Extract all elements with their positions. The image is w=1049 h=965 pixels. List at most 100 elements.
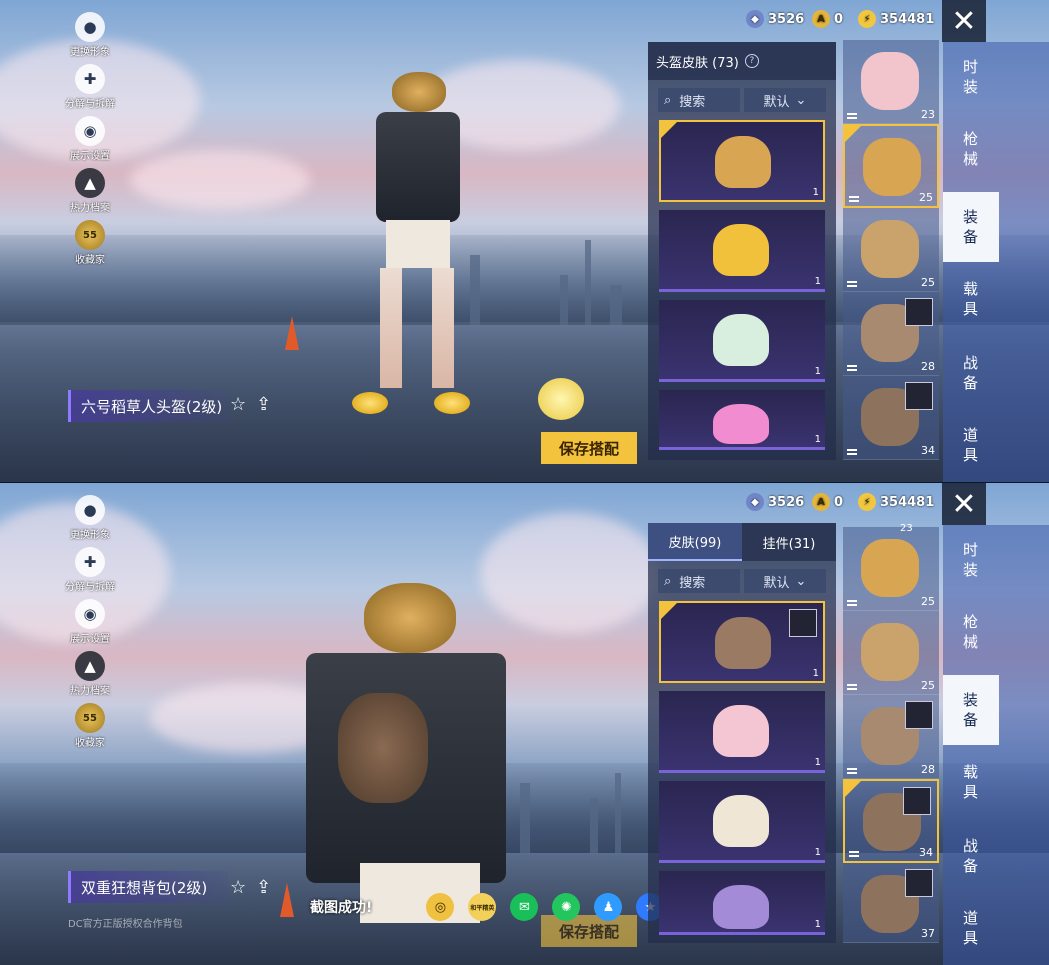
wechat-icon[interactable]: ✉ <box>510 893 539 921</box>
menu-label: 收藏家 <box>75 738 105 749</box>
slot-count: 34 <box>919 846 933 859</box>
slot[interactable]: 25 <box>843 124 939 208</box>
display-settings-button[interactable]: ◉ 展示设置 <box>58 599 122 651</box>
collector-button[interactable]: 55 收藏家 <box>58 703 122 755</box>
favorite-star-icon[interactable]: ☆ <box>230 394 246 415</box>
tab-label: 枪械 <box>963 613 979 651</box>
heat-profile-button[interactable]: ▲ 热力档案 <box>58 651 122 703</box>
slot[interactable]: 34 <box>843 779 939 863</box>
tab-fashion[interactable]: 时装 <box>943 525 999 595</box>
item-card[interactable]: 1 <box>659 120 825 202</box>
bp-coin-icon: ⚡ <box>858 493 876 511</box>
display-settings-button[interactable]: ◉ 展示设置 <box>58 116 122 168</box>
tab-equipment[interactable]: 装备 <box>943 675 999 745</box>
item-count: 1 <box>812 668 819 679</box>
tab-skins[interactable]: 皮肤(99) <box>648 523 742 561</box>
search-button[interactable]: ⌕ 搜索 <box>658 88 740 112</box>
game-logo-icon[interactable]: 和平精英 <box>468 893 497 921</box>
decompose-button[interactable]: ✚ 分解与拆解 <box>58 64 122 116</box>
collector-button[interactable]: 55 收藏家 <box>58 220 122 272</box>
slot[interactable]: 25 <box>843 208 939 292</box>
menu-label: 分解与拆解 <box>65 582 115 593</box>
item-card[interactable]: 1 <box>659 871 825 935</box>
qq-icon[interactable]: ♟ <box>594 893 623 921</box>
slot-count: 23 <box>921 108 935 121</box>
selected-check-icon <box>845 126 861 142</box>
item-count: 1 <box>814 276 821 287</box>
tab-weapons[interactable]: 枪械 <box>943 597 999 667</box>
menu-label: 热力档案 <box>70 203 110 214</box>
bp-value: 354481 <box>880 11 935 27</box>
tab-pendants[interactable]: 挂件(31) <box>742 523 836 561</box>
slot[interactable]: 25 <box>843 611 939 695</box>
cloud <box>480 513 660 633</box>
bp-coin-icon: ⚡ <box>858 10 876 28</box>
slot[interactable]: 23 <box>843 40 939 124</box>
item-count: 1 <box>814 434 821 445</box>
item-card[interactable]: 1 <box>659 691 825 773</box>
item-card[interactable]: 1 <box>659 390 825 450</box>
moments-icon[interactable]: ✺ <box>552 893 581 921</box>
collector-badge-icon: 55 <box>75 703 105 733</box>
help-icon[interactable]: ? <box>744 54 759 68</box>
menu-lines-icon <box>847 113 857 119</box>
item-name: 六号稻草人头盔(2级) <box>81 397 223 416</box>
slot-count-partial: 23 <box>900 523 913 534</box>
ag-value: 0 <box>834 494 844 510</box>
items-panel: 头盔皮肤 (73) ? ⌕ 搜索 默认 ⌄ 1 1 1 1 <box>648 42 836 460</box>
slot[interactable]: 37 <box>843 863 939 943</box>
tab-props[interactable]: 道具 <box>943 410 999 480</box>
tab-weapons[interactable]: 枪械 <box>943 114 999 184</box>
heat-profile-button[interactable]: ▲ 热力档案 <box>58 168 122 220</box>
sort-dropdown[interactable]: 默认 ⌄ <box>744 88 826 112</box>
shorts <box>386 220 450 268</box>
share-icon[interactable]: ⇪ <box>256 877 271 898</box>
pendant-badge-icon <box>905 869 933 897</box>
share-icon[interactable]: ⇪ <box>256 394 271 415</box>
close-button[interactable]: ✕ <box>942 0 986 42</box>
item-count: 1 <box>814 919 821 930</box>
tab-vehicles[interactable]: 载具 <box>943 264 999 334</box>
slot-art <box>863 138 921 196</box>
slot[interactable]: 28 <box>843 695 939 779</box>
slot[interactable]: 25 <box>843 527 939 611</box>
screenshot-success-text: 截图成功! <box>310 900 373 916</box>
tab-fashion[interactable]: 时装 <box>943 42 999 112</box>
tab-equipment[interactable]: 装备 <box>943 192 999 262</box>
change-appearance-button[interactable]: ● 更换形象 <box>58 12 122 64</box>
backpack-plush <box>338 693 428 803</box>
tab-gear[interactable]: 战备 <box>943 338 999 408</box>
favorite-star-icon[interactable]: ☆ <box>230 877 246 898</box>
ag-coin-icon: A <box>812 493 830 511</box>
equipped-slots: 25 25 28 34 37 <box>843 527 943 943</box>
item-card[interactable]: 1 <box>659 210 825 292</box>
slot[interactable]: 28 <box>843 292 939 376</box>
sort-dropdown[interactable]: 默认 ⌄ <box>744 569 826 593</box>
helmet-art <box>715 136 771 188</box>
tab-label: 装备 <box>963 208 979 246</box>
uc-value: 3526 <box>768 11 805 27</box>
item-card[interactable]: 1 <box>659 300 825 382</box>
slot[interactable]: 34 <box>843 376 939 460</box>
decompose-button[interactable]: ✚ 分解与拆解 <box>58 547 122 599</box>
avatar-icon: ● <box>75 495 105 525</box>
slot-count: 28 <box>921 763 935 776</box>
tab-props[interactable]: 道具 <box>943 893 999 963</box>
save-outfit-button[interactable]: 保存搭配 <box>541 432 637 464</box>
search-label: 搜索 <box>679 94 706 110</box>
camera-share-icon[interactable]: ◎ <box>426 893 455 921</box>
item-card[interactable]: 1 <box>659 781 825 863</box>
search-button[interactable]: ⌕ 搜索 <box>658 569 740 593</box>
change-appearance-button[interactable]: ● 更换形象 <box>58 495 122 547</box>
screenshot-share-bar: 截图成功! ◎ 和平精英 ✉ ✺ ♟ ★ ✕ <box>310 887 697 927</box>
slot-art <box>861 623 919 681</box>
close-button[interactable]: ✕ <box>942 483 986 525</box>
item-card[interactable]: 1 <box>659 601 825 683</box>
tab-gear[interactable]: 战备 <box>943 821 999 891</box>
tab-vehicles[interactable]: 载具 <box>943 747 999 817</box>
uc-coin-icon: ◆ <box>746 493 764 511</box>
chevron-down-icon: ⌄ <box>795 92 807 108</box>
slot-count: 28 <box>921 360 935 373</box>
scarecrow-helmet <box>364 583 456 653</box>
equipped-slots: 23 25 25 28 34 <box>843 40 943 460</box>
